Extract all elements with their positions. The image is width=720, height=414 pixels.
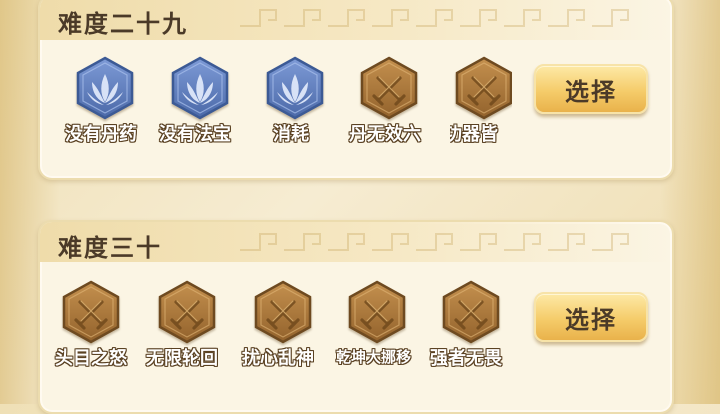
swords-icon[interactable] [158, 280, 216, 344]
lotus-icon[interactable] [76, 56, 134, 120]
badge-label: 功器皆 [450, 124, 498, 145]
badge-label: 扰心乱神 [242, 348, 314, 369]
badge-label: 丹无效六 [349, 124, 421, 145]
swords-icon[interactable] [254, 280, 312, 344]
swords-icon[interactable] [455, 56, 512, 120]
select-button[interactable]: 选择 [534, 292, 648, 342]
badge-label: 乾坤大挪移 [336, 348, 412, 366]
select-button[interactable]: 选择 [534, 64, 648, 114]
difficulty-panel-29: 难度二十九 没有丹药 没有法宝 消耗 丹无效六 功器皆 选择 [38, 0, 674, 180]
page-title: 难度三十 [58, 234, 162, 262]
badge-clip: 强者无畏 [424, 276, 512, 386]
badge-label: 没有丹药 [65, 124, 137, 145]
page-title: 难度二十九 [58, 10, 188, 38]
swords-icon[interactable] [442, 280, 500, 344]
badge-clip: 功器皆 [450, 52, 512, 162]
swords-icon[interactable] [360, 56, 418, 120]
lotus-icon[interactable] [266, 56, 324, 120]
badge-label: 头目之怒 [55, 348, 127, 369]
meander-pattern [240, 9, 629, 27]
badge-label: 没有法宝 [159, 124, 231, 145]
swords-icon[interactable] [348, 280, 406, 344]
badge-label: 无限轮回 [146, 348, 218, 369]
lotus-icon[interactable] [171, 56, 229, 120]
meander-pattern [240, 233, 629, 251]
badge-label: 强者无畏 [430, 348, 502, 369]
difficulty-panel-30: 难度三十 头目之怒 无限轮回 扰心乱神 乾坤大挪移 强者无畏 选择 [38, 220, 674, 414]
badge-label: 消耗 [273, 124, 309, 145]
swords-icon[interactable] [62, 280, 120, 344]
